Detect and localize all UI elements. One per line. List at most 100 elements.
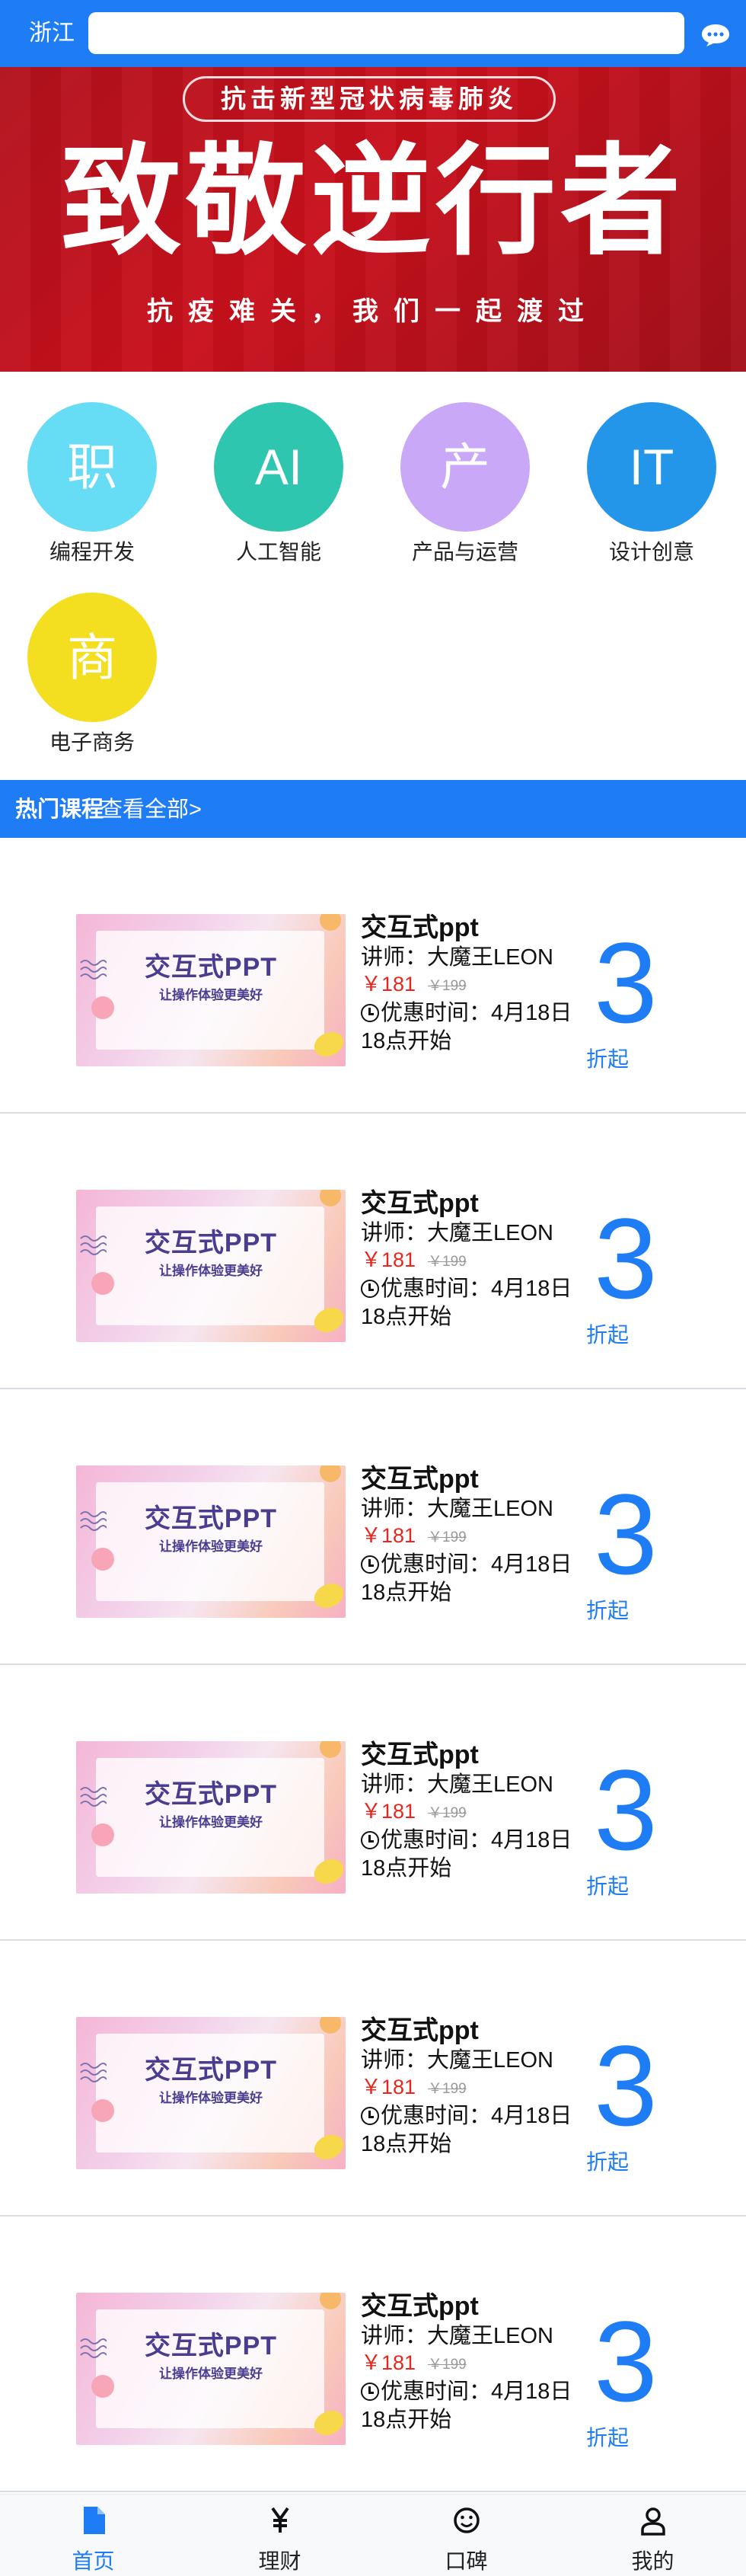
thumbnail-subtitle: 让操作体验更美好 <box>159 988 263 1002</box>
discount-value: 3 <box>594 1470 658 1598</box>
course-original-price: ￥199 <box>428 1529 467 1545</box>
course-card[interactable]: 交互式PPT 让操作体验更美好 交互式ppt 讲师：大魔王LEON ￥181 ￥199 优惠… <box>0 1941 746 2216</box>
tab-label: 我的 <box>631 2549 674 2573</box>
blob-decoration <box>320 914 341 931</box>
category-label: 编程开发 <box>49 540 135 564</box>
thumbnail-title: 交互式PPT <box>144 2056 278 2085</box>
course-title[interactable]: 交互式ppt <box>361 2291 479 2322</box>
chat-bubble-icon[interactable] <box>700 23 731 47</box>
search-input[interactable] <box>88 12 684 54</box>
tab-label: 口碑 <box>445 2549 488 2573</box>
tab-finance[interactable]: 理财 <box>186 2495 373 2576</box>
blob-decoration <box>320 1741 341 1758</box>
course-thumbnail[interactable]: 交互式PPT 让操作体验更美好 <box>76 1465 346 1618</box>
course-promo-time: 优惠时间：4月18日18点开始 <box>361 2378 582 2434</box>
course-price: ￥181 <box>361 973 416 996</box>
discount-unit: 折起 <box>586 2150 630 2174</box>
course-thumbnail[interactable]: 交互式PPT 让操作体验更美好 <box>76 1741 346 1894</box>
course-price: ￥181 <box>361 2076 416 2098</box>
course-card[interactable]: 交互式PPT 让操作体验更美好 交互式ppt 讲师：大魔王LEON ￥181 ￥199 优惠… <box>0 2216 746 2492</box>
discount-unit: 折起 <box>586 1599 630 1622</box>
course-promo-time: 优惠时间：4月18日18点开始 <box>361 1827 582 1883</box>
clock-icon <box>361 1831 379 1849</box>
blob-decoration <box>320 1190 341 1207</box>
course-teacher: 讲师：大魔王LEON <box>361 945 553 970</box>
course-thumbnail[interactable]: 交互式PPT 让操作体验更美好 <box>76 914 346 1066</box>
clock-icon <box>361 2383 379 2401</box>
category-ai[interactable]: AI 人工智能 <box>191 402 366 565</box>
course-teacher: 讲师：大魔王LEON <box>361 1497 553 1521</box>
course-promo-time: 优惠时间：4月18日18点开始 <box>361 999 582 1056</box>
discount-value: 3 <box>594 2021 658 2149</box>
category-label: 电子商务 <box>49 730 135 754</box>
blob-decoration <box>320 2293 341 2309</box>
category-icon: AI <box>214 402 343 532</box>
course-card[interactable]: 交互式PPT 让操作体验更美好 交互式ppt 讲师：大魔王LEON ￥181 ￥199 优惠… <box>0 1389 746 1665</box>
course-original-price: ￥199 <box>428 1254 467 1270</box>
thumbnail-subtitle: 让操作体验更美好 <box>159 1264 263 1278</box>
city-selector[interactable]: 浙江 <box>29 20 75 47</box>
clock-icon <box>361 1555 379 1574</box>
thumbnail-title: 交互式PPT <box>144 1504 278 1533</box>
clock-icon <box>361 2107 379 2125</box>
category-label: 设计创意 <box>608 540 694 564</box>
banner-title: 致敬逆行者 <box>61 132 685 272</box>
category-label: 产品与运营 <box>411 540 518 564</box>
clock-icon <box>361 1280 379 1298</box>
course-promo-time: 优惠时间：4月18日18点开始 <box>361 2102 582 2159</box>
thumbnail-subtitle: 让操作体验更美好 <box>159 1815 263 1830</box>
course-thumbnail[interactable]: 交互式PPT 让操作体验更美好 <box>76 2017 346 2169</box>
discount-unit: 折起 <box>586 1874 630 1898</box>
course-title[interactable]: 交互式ppt <box>361 1740 479 1770</box>
thumbnail-title: 交互式PPT <box>144 1780 278 1809</box>
course-price: ￥181 <box>361 1248 416 1271</box>
banner-subtitle: 抗疫难关，我们一起渡过 <box>147 297 599 326</box>
course-original-price: ￥199 <box>428 2357 467 2373</box>
thumbnail-title: 交互式PPT <box>144 2332 278 2360</box>
discount-unit: 折起 <box>586 1323 630 1347</box>
yen-icon <box>271 2507 289 2533</box>
tab-reviews[interactable]: 口碑 <box>373 2495 560 2576</box>
course-thumbnail[interactable]: 交互式PPT 让操作体验更美好 <box>76 1190 346 1342</box>
promo-time-text: 优惠时间：4月18日18点开始 <box>361 1552 572 1605</box>
course-thumbnail[interactable]: 交互式PPT 让操作体验更美好 <box>76 2293 346 2445</box>
hot-courses-header: 热门课程 查看全部> <box>0 780 746 838</box>
user-icon <box>641 2507 665 2536</box>
thumbnail-title: 交互式PPT <box>144 953 278 982</box>
promo-time-text: 优惠时间：4月18日18点开始 <box>361 2379 572 2432</box>
course-price: ￥181 <box>361 1524 416 1547</box>
course-price: ￥181 <box>361 2351 416 2374</box>
hot-courses-title: 热门课程 <box>15 797 104 822</box>
course-title[interactable]: 交互式ppt <box>361 1188 479 1219</box>
discount-unit: 折起 <box>586 1047 630 1071</box>
course-original-price: ￥199 <box>428 1805 467 1821</box>
category-product[interactable]: 产 产品与运营 <box>378 402 553 565</box>
bottom-tab-bar: 首页 理财 口碑 我的 <box>0 2494 746 2576</box>
page: 浙江 抗击新型冠状病毒肺炎 致敬逆行者 抗疫难关，我们一起渡过 职 编程开发 A… <box>0 0 746 2576</box>
course-card[interactable]: 交互式PPT 让操作体验更美好 交互式ppt 讲师：大魔王LEON ￥181 ￥199 优惠… <box>0 838 746 1114</box>
course-title[interactable]: 交互式ppt <box>361 1464 479 1494</box>
course-price: ￥181 <box>361 1800 416 1823</box>
course-card[interactable]: 交互式PPT 让操作体验更美好 交互式ppt 讲师：大魔王LEON ￥181 ￥199 优惠… <box>0 1114 746 1389</box>
thumbnail-subtitle: 让操作体验更美好 <box>159 2367 263 2381</box>
promo-time-text: 优惠时间：4月18日18点开始 <box>361 2104 572 2156</box>
category-icon: 产 <box>400 402 530 532</box>
tab-label: 理财 <box>258 2549 301 2573</box>
discount-value: 3 <box>594 2297 658 2425</box>
course-title[interactable]: 交互式ppt <box>361 2015 479 2046</box>
top-bar: 浙江 <box>0 0 746 67</box>
category-ecommerce[interactable]: 商 电子商务 <box>5 593 180 756</box>
category-design[interactable]: IT 设计创意 <box>564 402 739 565</box>
promo-banner[interactable]: 抗击新型冠状病毒肺炎 致敬逆行者 抗疫难关，我们一起渡过 <box>0 67 746 372</box>
course-card[interactable]: 交互式PPT 让操作体验更美好 交互式ppt 讲师：大魔王LEON ￥181 ￥199 优惠… <box>0 1665 746 1941</box>
course-original-price: ￥199 <box>428 2081 467 2097</box>
category-programming[interactable]: 职 编程开发 <box>5 402 180 565</box>
view-all-link[interactable]: 查看全部> <box>100 797 202 823</box>
course-title[interactable]: 交互式ppt <box>361 912 479 943</box>
discount-unit: 折起 <box>586 2426 630 2450</box>
blob-decoration <box>320 1465 341 1482</box>
tab-mine[interactable]: 我的 <box>560 2495 746 2576</box>
tab-home[interactable]: 首页 <box>0 2495 186 2576</box>
course-teacher: 讲师：大魔王LEON <box>361 2048 553 2073</box>
category-label: 人工智能 <box>235 540 321 564</box>
